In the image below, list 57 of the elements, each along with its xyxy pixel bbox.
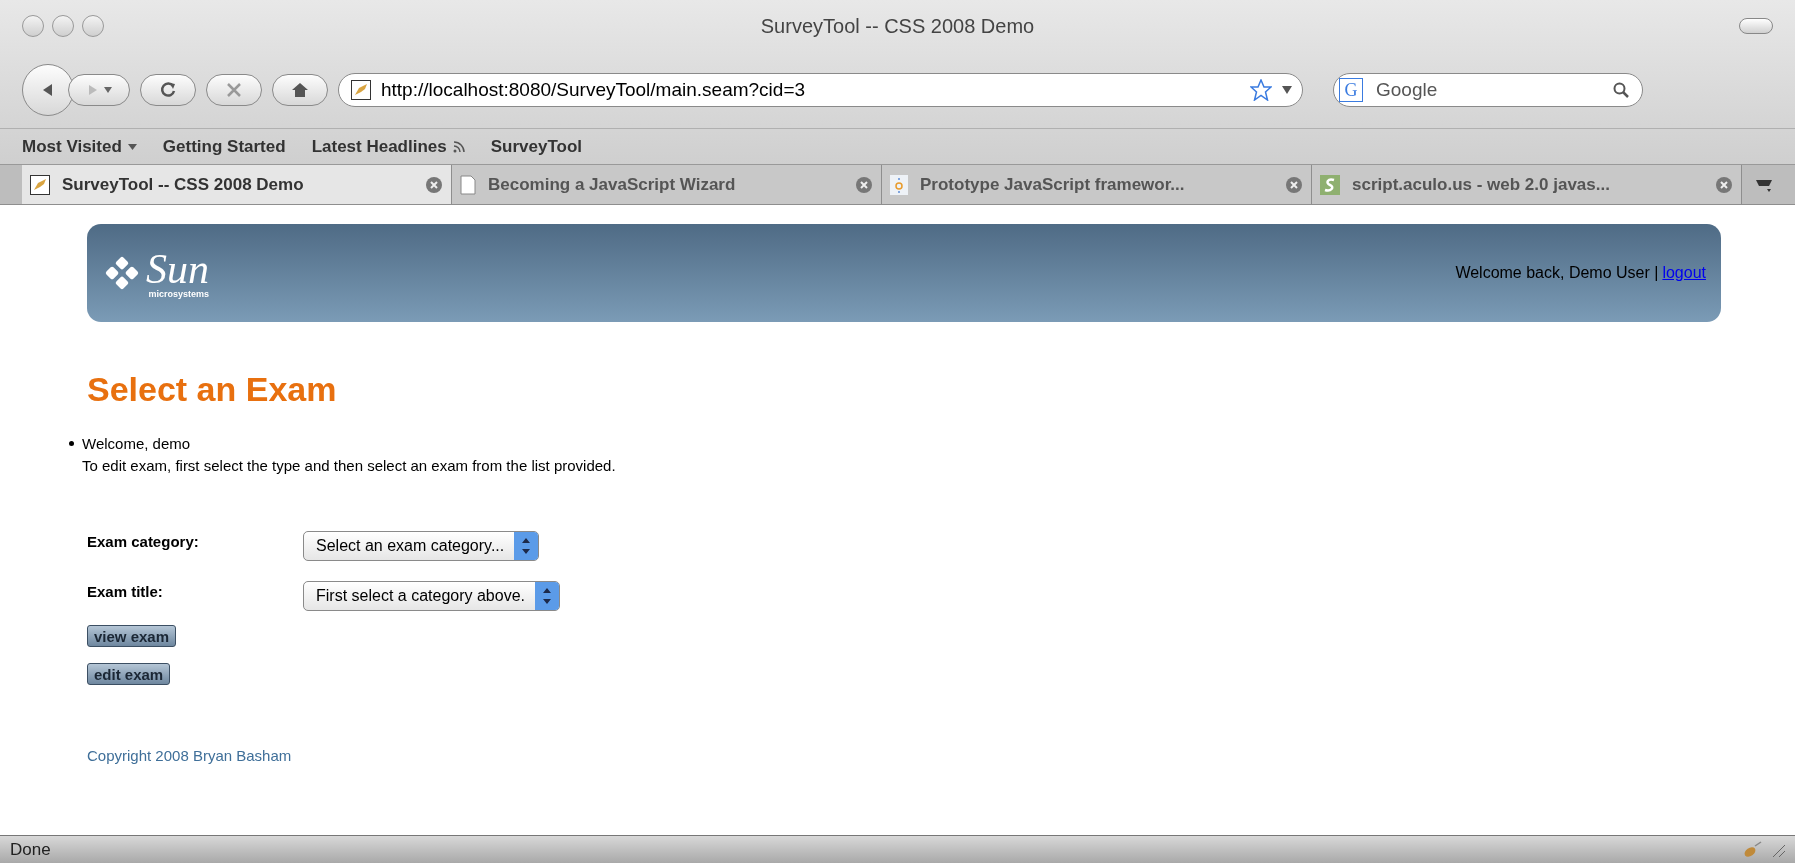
close-icon[interactable] bbox=[1715, 175, 1733, 194]
tab-title: Prototype JavaScript framewor... bbox=[920, 173, 1185, 196]
bullet-icon bbox=[69, 441, 74, 446]
close-icon[interactable] bbox=[1285, 175, 1303, 194]
close-icon bbox=[226, 82, 242, 98]
window-control[interactable] bbox=[22, 15, 44, 37]
reload-icon bbox=[159, 81, 177, 99]
home-icon bbox=[291, 82, 309, 98]
bookmark-item[interactable]: Most Visited bbox=[22, 133, 137, 160]
stepper-icon bbox=[514, 532, 539, 560]
select-field[interactable]: Select an exam category... bbox=[303, 531, 540, 561]
tab-title: Becoming a JavaScript Wizard bbox=[488, 173, 736, 196]
window-control[interactable] bbox=[82, 15, 104, 37]
page-icon bbox=[460, 174, 476, 195]
caret-icon bbox=[127, 143, 137, 150]
stop-button[interactable] bbox=[206, 74, 262, 106]
bookmark-item[interactable]: SurveyTool bbox=[490, 133, 583, 160]
stepper-icon bbox=[535, 582, 559, 610]
browser-tab[interactable]: script.aculo.us - web 2.0 javas... bbox=[1312, 165, 1742, 204]
window-control[interactable] bbox=[52, 15, 74, 37]
message-text: To edit exam, first select the type and then select an exam from the list provided. bbox=[82, 456, 616, 476]
tab-title: script.aculo.us - web 2.0 javas... bbox=[1352, 173, 1610, 196]
copyright-text: Copyright 2008 Bryan Basham bbox=[87, 746, 293, 766]
bookmark-item[interactable]: Latest Headlines bbox=[311, 133, 465, 160]
close-icon[interactable] bbox=[425, 175, 443, 194]
browser-tab[interactable]: SurveyTool -- CSS 2008 Demo bbox=[22, 165, 452, 204]
bookmark-item[interactable]: Getting Started bbox=[162, 133, 286, 160]
leaf-icon bbox=[1320, 174, 1340, 195]
browser-tab[interactable]: Becoming a JavaScript Wizard bbox=[452, 165, 882, 204]
action-button[interactable]: edit exam bbox=[87, 663, 171, 685]
resize-grip-icon[interactable] bbox=[1771, 842, 1785, 857]
logo-drawing: Sun microsystems bbox=[102, 247, 209, 299]
address-bar[interactable]: http://localhost:8080/SurveyTool/main.seam?cid=3 bbox=[338, 73, 1303, 107]
dots-icon bbox=[890, 174, 908, 195]
window-title: SurveyTool -- CSS 2008 Demo bbox=[760, 14, 1035, 39]
reload-button[interactable] bbox=[140, 74, 196, 106]
action-button[interactable]: view exam bbox=[87, 625, 177, 647]
feed-icon bbox=[452, 140, 465, 153]
message-text: Welcome, demo bbox=[82, 434, 192, 454]
welcome-text: Welcome back, Demo User | bbox=[1455, 263, 1659, 283]
field-label: Exam category: bbox=[87, 531, 200, 552]
search-icon bbox=[1613, 82, 1629, 98]
browser-tab[interactable]: Prototype JavaScript framewor... bbox=[882, 165, 1312, 204]
field-label: Exam title: bbox=[87, 581, 164, 602]
home-button[interactable] bbox=[272, 74, 328, 106]
caret-icon bbox=[1282, 86, 1292, 94]
page-heading: Select an Exam bbox=[87, 369, 338, 410]
star-icon bbox=[1250, 79, 1272, 101]
caret-icon bbox=[104, 87, 112, 93]
forward-button[interactable] bbox=[68, 74, 130, 106]
status-text: Done bbox=[10, 838, 51, 861]
tab-title: SurveyTool -- CSS 2008 Demo bbox=[62, 173, 304, 196]
pill-button[interactable] bbox=[1739, 18, 1773, 34]
search-engine-button[interactable]: G bbox=[1339, 78, 1363, 102]
back-button[interactable] bbox=[22, 64, 74, 116]
select-field[interactable]: First select a category above. bbox=[303, 581, 560, 611]
close-icon[interactable] bbox=[855, 175, 873, 194]
